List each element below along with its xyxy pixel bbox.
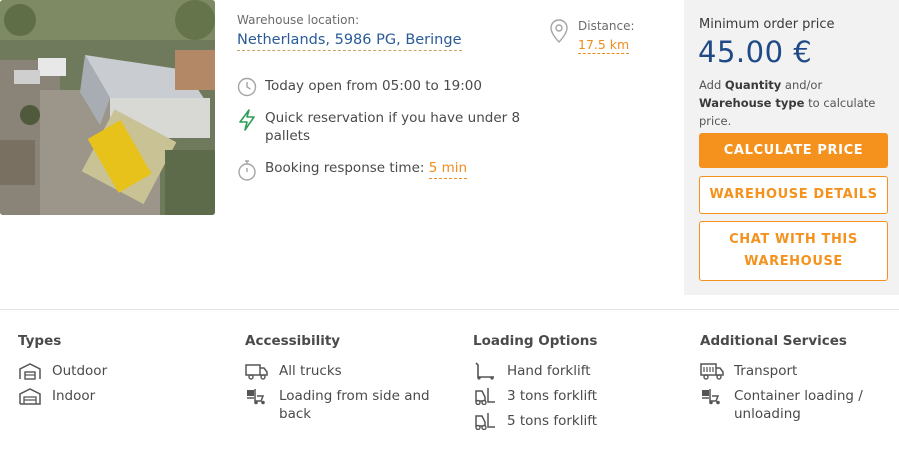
- access-all-trucks: All trucks: [279, 363, 342, 379]
- service-transport: Transport: [734, 363, 798, 379]
- list-item: 5 tons forklift: [473, 412, 683, 430]
- chat-warehouse-button[interactable]: CHAT WITH THIS WAREHOUSE: [699, 221, 888, 281]
- loading-5-tons: 5 tons forklift: [507, 413, 598, 429]
- lightning-icon: [237, 109, 257, 131]
- min-order-label: Minimum order price: [699, 17, 835, 32]
- list-item: All trucks: [245, 362, 455, 380]
- additional-services-section: Additional Services Transport Container …: [700, 333, 899, 430]
- forklift-icon: [473, 387, 497, 405]
- services-title: Additional Services: [700, 333, 847, 349]
- distance: Distance: 17.5 km: [548, 18, 635, 54]
- type-outdoor: Outdoor: [52, 363, 108, 379]
- booking-label: Booking response time:: [265, 160, 425, 176]
- loading-3-tons: 3 tons forklift: [507, 388, 598, 404]
- type-indoor: Indoor: [52, 388, 96, 404]
- booking-value: 5 min: [428, 159, 468, 179]
- indoor-warehouse-icon: [18, 387, 42, 405]
- opening-hours-text: Today open from 05:00 to 19:00: [265, 78, 482, 94]
- stopwatch-icon: [237, 159, 257, 181]
- transport-truck-icon: [700, 362, 724, 380]
- opening-hours: Today open from 05:00 to 19:00: [237, 77, 482, 97]
- hand-forklift-icon: [473, 362, 497, 380]
- list-item: Hand forklift: [473, 362, 683, 380]
- booking-response: Booking response time: 5 min: [237, 159, 468, 181]
- forklift-loading-icon: [245, 387, 269, 405]
- clock-icon: [237, 77, 257, 97]
- quick-reservation: Quick reservation if you have under 8 pa…: [237, 109, 527, 145]
- list-item: Loading from side and back: [245, 387, 455, 423]
- hint-warehouse-type: Warehouse type: [699, 96, 805, 110]
- loading-hand-forklift: Hand forklift: [507, 363, 591, 379]
- access-side-back: Loading from side and back: [279, 388, 430, 422]
- distance-value: 17.5 km: [578, 37, 630, 54]
- forklift-icon: [473, 412, 497, 430]
- section-divider: [0, 309, 899, 310]
- list-item: Outdoor: [18, 362, 228, 380]
- pricing-panel: Minimum order price 45.00 € Add Quantity…: [684, 0, 899, 295]
- hint-middle: and/or: [781, 78, 823, 92]
- list-item: Transport: [700, 362, 899, 380]
- truck-icon: [245, 362, 269, 380]
- loading-title: Loading Options: [473, 333, 598, 349]
- types-title: Types: [18, 333, 62, 349]
- quick-reservation-text: Quick reservation if you have under 8 pa…: [265, 110, 521, 144]
- location-link[interactable]: Netherlands, 5986 PG, Beringe: [237, 32, 462, 51]
- list-item: 3 tons forklift: [473, 387, 683, 405]
- accessibility-section: Accessibility All trucks Loading from si…: [245, 333, 455, 430]
- price-hint: Add Quantity and/or Warehouse type to ca…: [699, 76, 894, 130]
- container-loading-icon: [700, 387, 724, 405]
- list-item: Indoor: [18, 387, 228, 405]
- distance-label: Distance:: [578, 19, 635, 33]
- warehouse-photo[interactable]: [0, 0, 215, 215]
- loading-options-section: Loading Options Hand forklift 3 tons for…: [473, 333, 683, 437]
- service-container-loading: Container loading / unloading: [734, 388, 863, 422]
- hint-prefix: Add: [699, 78, 725, 92]
- accessibility-title: Accessibility: [245, 333, 341, 349]
- min-order-price: 45.00 €: [698, 35, 813, 69]
- map-pin-icon: [548, 18, 570, 44]
- types-section: Types Outdoor Indoor: [18, 333, 228, 412]
- calculate-price-button[interactable]: CALCULATE PRICE: [699, 133, 888, 168]
- list-item: Container loading / unloading: [700, 387, 899, 423]
- hint-quantity: Quantity: [724, 78, 782, 92]
- outdoor-warehouse-icon: [18, 362, 42, 380]
- warehouse-details-button[interactable]: WAREHOUSE DETAILS: [699, 176, 888, 214]
